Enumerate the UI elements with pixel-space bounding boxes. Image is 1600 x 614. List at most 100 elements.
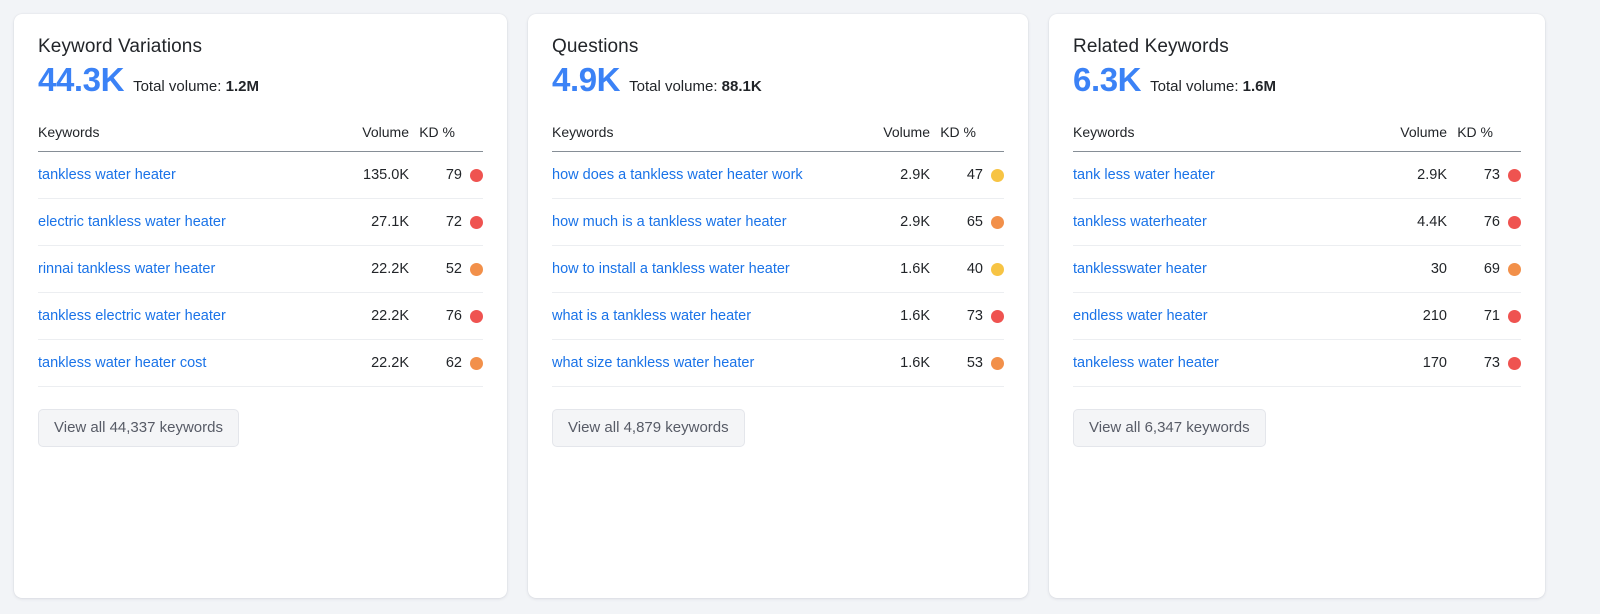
card-spacer — [38, 447, 483, 578]
table-header-row: Keywords Volume KD % — [1073, 124, 1521, 152]
table-row: tankless electric water heater 22.2K 76 — [38, 293, 483, 340]
kd-difficulty-dot-icon — [470, 263, 483, 276]
kd-difficulty-dot-icon — [1508, 169, 1521, 182]
column-header-volume: Volume — [323, 124, 409, 152]
cell-volume: 1.6K — [844, 340, 930, 387]
keywords-table: Keywords Volume KD % tankless water heat… — [38, 124, 483, 387]
view-all-keywords-button[interactable]: View all 44,337 keywords — [38, 409, 239, 447]
keyword-link[interactable]: electric tankless water heater — [38, 212, 226, 233]
kd-difficulty-dot-icon — [991, 169, 1004, 182]
cell-kd: 52 — [409, 246, 483, 293]
table-header-row: Keywords Volume KD % — [552, 124, 1004, 152]
cell-keyword: what size tankless water heater — [552, 340, 844, 387]
keyword-link[interactable]: what size tankless water heater — [552, 353, 754, 374]
view-all-container: View all 6,347 keywords — [1073, 387, 1521, 447]
table-row: tankeless water heater 170 73 — [1073, 340, 1521, 387]
table-row: what size tankless water heater 1.6K 53 — [552, 340, 1004, 387]
kd-value: 73 — [1484, 165, 1500, 186]
table-row: tankless waterheater 4.4K 76 — [1073, 199, 1521, 246]
card-spacer — [1073, 447, 1521, 578]
column-header-volume: Volume — [1361, 124, 1447, 152]
cell-keyword: endless water heater — [1073, 293, 1361, 340]
cell-keyword: tankless water heater cost — [38, 340, 323, 387]
column-header-keywords: Keywords — [38, 124, 323, 152]
cell-keyword: tankless water heater — [38, 152, 323, 199]
cell-kd: 73 — [1447, 152, 1521, 199]
kd-value: 52 — [446, 259, 462, 280]
table-row: tanklesswater heater 30 69 — [1073, 246, 1521, 293]
keyword-link[interactable]: tankeless water heater — [1073, 353, 1219, 374]
cell-volume: 170 — [1361, 340, 1447, 387]
cell-volume: 1.6K — [844, 246, 930, 293]
cell-volume: 2.9K — [844, 199, 930, 246]
view-all-keywords-button[interactable]: View all 4,879 keywords — [552, 409, 745, 447]
kd-value: 76 — [446, 306, 462, 327]
keyword-link[interactable]: tankless electric water heater — [38, 306, 226, 327]
cell-kd: 47 — [930, 152, 1004, 199]
cell-volume: 2.9K — [1361, 152, 1447, 199]
table-row: endless water heater 210 71 — [1073, 293, 1521, 340]
kd-difficulty-dot-icon — [470, 357, 483, 370]
cell-keyword: tanklesswater heater — [1073, 246, 1361, 293]
column-header-keywords: Keywords — [552, 124, 844, 152]
keyword-link[interactable]: what is a tankless water heater — [552, 306, 751, 327]
metric-total-keywords: 6.3K — [1073, 62, 1141, 98]
total-volume-label: Total volume: — [133, 78, 221, 95]
cell-keyword: tankless waterheater — [1073, 199, 1361, 246]
cell-volume: 210 — [1361, 293, 1447, 340]
cell-keyword: tankeless water heater — [1073, 340, 1361, 387]
keyword-link[interactable]: tankless water heater cost — [38, 353, 206, 374]
view-all-container: View all 4,879 keywords — [552, 387, 1004, 447]
keyword-link[interactable]: endless water heater — [1073, 306, 1208, 327]
cell-volume: 1.6K — [844, 293, 930, 340]
keyword-link[interactable]: how to install a tankless water heater — [552, 259, 790, 280]
cell-keyword: how much is a tankless water heater — [552, 199, 844, 246]
keyword-link[interactable]: rinnai tankless water heater — [38, 259, 215, 280]
cell-keyword: how to install a tankless water heater — [552, 246, 844, 293]
cell-kd: 76 — [409, 293, 483, 340]
total-volume-value: 88.1K — [722, 78, 762, 95]
cell-kd: 79 — [409, 152, 483, 199]
kd-difficulty-dot-icon — [991, 357, 1004, 370]
kd-value: 73 — [967, 306, 983, 327]
kd-difficulty-dot-icon — [470, 216, 483, 229]
cell-keyword: how does a tankless water heater work — [552, 152, 844, 199]
table-row: how much is a tankless water heater 2.9K… — [552, 199, 1004, 246]
cell-volume: 22.2K — [323, 246, 409, 293]
cell-kd: 53 — [930, 340, 1004, 387]
kd-value: 76 — [1484, 212, 1500, 233]
metric-total-volume: Total volume: 88.1K — [629, 78, 762, 95]
table-row: rinnai tankless water heater 22.2K 52 — [38, 246, 483, 293]
keyword-link[interactable]: tankless water heater — [38, 165, 176, 186]
keyword-link[interactable]: tankless waterheater — [1073, 212, 1207, 233]
keyword-link[interactable]: tanklesswater heater — [1073, 259, 1207, 280]
cell-volume: 2.9K — [844, 152, 930, 199]
kd-value: 73 — [1484, 353, 1500, 374]
view-all-keywords-button[interactable]: View all 6,347 keywords — [1073, 409, 1266, 447]
keyword-link[interactable]: tank less water heater — [1073, 165, 1215, 186]
keyword-link[interactable]: how does a tankless water heater work — [552, 165, 803, 186]
card-title: Keyword Variations — [38, 36, 483, 58]
card-metric-summary: 44.3K Total volume: 1.2M — [38, 62, 483, 98]
total-volume-label: Total volume: — [629, 78, 717, 95]
kd-value: 53 — [967, 353, 983, 374]
cell-kd: 76 — [1447, 199, 1521, 246]
view-all-container: View all 44,337 keywords — [38, 387, 483, 447]
kd-difficulty-dot-icon — [1508, 310, 1521, 323]
cell-kd: 73 — [930, 293, 1004, 340]
card-metric-summary: 4.9K Total volume: 88.1K — [552, 62, 1004, 98]
cell-kd: 71 — [1447, 293, 1521, 340]
kd-difficulty-dot-icon — [991, 310, 1004, 323]
cell-kd: 62 — [409, 340, 483, 387]
table-row: tank less water heater 2.9K 73 — [1073, 152, 1521, 199]
card-related-keywords: Related Keywords 6.3K Total volume: 1.6M… — [1049, 14, 1545, 598]
keyword-overview-cards: Keyword Variations 44.3K Total volume: 1… — [0, 0, 1600, 614]
kd-difficulty-dot-icon — [470, 310, 483, 323]
kd-value: 71 — [1484, 306, 1500, 327]
total-volume-value: 1.6M — [1243, 78, 1276, 95]
card-keyword-variations: Keyword Variations 44.3K Total volume: 1… — [14, 14, 507, 598]
kd-difficulty-dot-icon — [1508, 263, 1521, 276]
cell-volume: 30 — [1361, 246, 1447, 293]
keyword-link[interactable]: how much is a tankless water heater — [552, 212, 787, 233]
table-row: tankless water heater cost 22.2K 62 — [38, 340, 483, 387]
